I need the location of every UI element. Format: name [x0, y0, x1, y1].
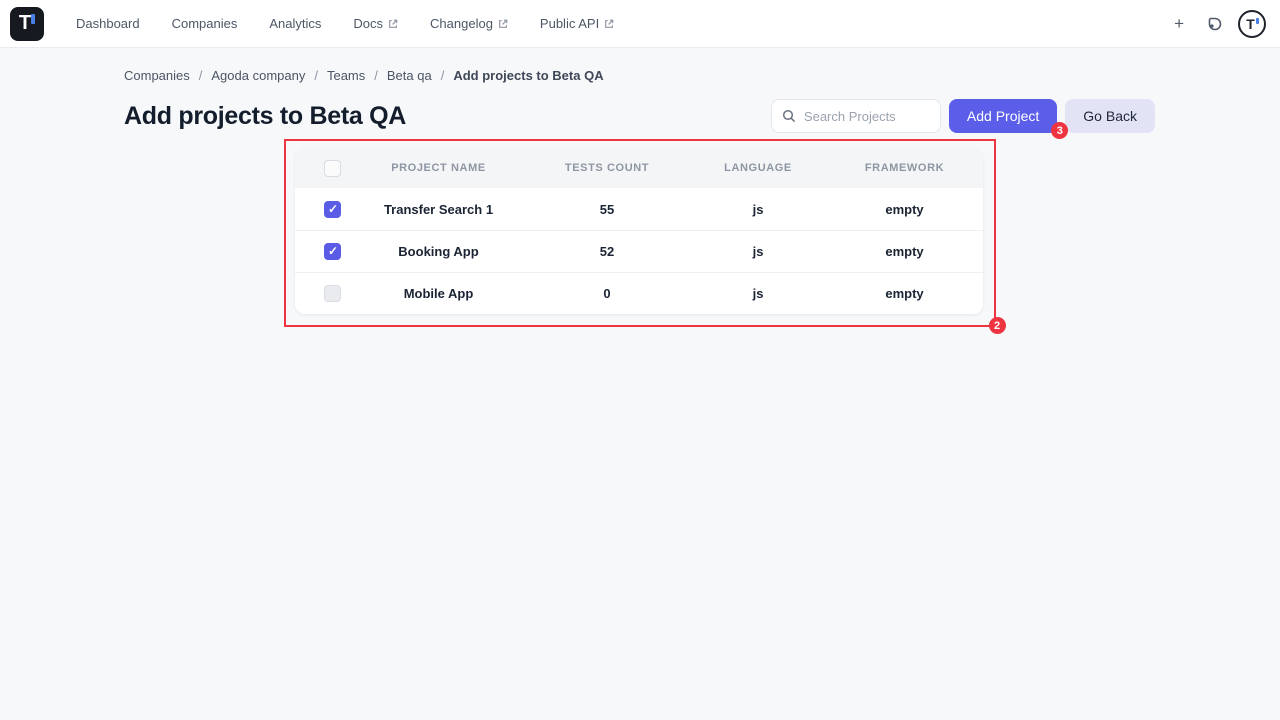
header-checkbox-cell [295, 160, 353, 177]
breadcrumb-beta-qa[interactable]: Beta qa [387, 68, 432, 83]
cell-project-name: Transfer Search 1 [353, 202, 525, 217]
cell-framework: empty [827, 202, 983, 217]
external-link-icon [604, 19, 614, 29]
breadcrumb-agoda-company[interactable]: Agoda company [211, 68, 305, 83]
table-row: Booking App 52 js empty [295, 230, 983, 272]
page-header-row: Add projects to Beta QA Add Project 3 Go… [124, 99, 1155, 133]
annotation-badge-3: 3 [1051, 122, 1068, 139]
avatar-letter: T [1246, 16, 1255, 32]
nav-item-companies[interactable]: Companies [158, 8, 252, 39]
cell-framework: empty [827, 244, 983, 259]
cell-tests-count: 52 [525, 244, 690, 259]
cell-language: js [690, 244, 827, 259]
breadcrumb-separator: / [441, 68, 445, 83]
cell-language: js [690, 202, 827, 217]
row-checkbox[interactable] [324, 285, 341, 302]
column-header-tests-count: TESTS COUNT [525, 162, 690, 174]
topbar-actions: + T [1170, 10, 1266, 38]
support-icon[interactable] [1204, 15, 1222, 33]
search-projects-input[interactable] [804, 109, 930, 124]
breadcrumb-separator: / [374, 68, 378, 83]
logo-letter: T [19, 12, 31, 35]
add-project-label: Add Project [967, 108, 1039, 124]
page-content: Companies / Agoda company / Teams / Beta… [0, 48, 1280, 327]
row-checkbox-cell [295, 243, 353, 260]
nav-item-analytics[interactable]: Analytics [255, 8, 335, 39]
breadcrumb: Companies / Agoda company / Teams / Beta… [124, 68, 1155, 83]
select-all-checkbox[interactable] [324, 160, 341, 177]
table-row: Transfer Search 1 55 js empty [295, 188, 983, 230]
column-header-framework: FRAMEWORK [827, 162, 983, 174]
column-header-project-name: PROJECT NAME [353, 162, 525, 174]
row-checkbox-cell [295, 285, 353, 302]
breadcrumb-teams[interactable]: Teams [327, 68, 365, 83]
nav-label: Analytics [269, 16, 321, 31]
annotation-badge-2: 2 [989, 317, 1006, 334]
nav-item-changelog[interactable]: Changelog [416, 8, 522, 39]
external-link-icon [388, 19, 398, 29]
main-nav: Dashboard Companies Analytics Docs Chang… [62, 8, 628, 39]
go-back-label: Go Back [1083, 108, 1137, 124]
table-row: Mobile App 0 js empty [295, 272, 983, 314]
breadcrumb-companies[interactable]: Companies [124, 68, 190, 83]
nav-label: Companies [172, 16, 238, 31]
go-back-button[interactable]: Go Back [1065, 99, 1155, 133]
toolbar: Add Project 3 Go Back [771, 99, 1155, 133]
page-title: Add projects to Beta QA [124, 102, 406, 131]
cell-project-name: Mobile App [353, 286, 525, 301]
row-checkbox-cell [295, 201, 353, 218]
cell-framework: empty [827, 286, 983, 301]
projects-table: PROJECT NAME TESTS COUNT LANGUAGE FRAMEW… [295, 148, 983, 314]
row-checkbox[interactable] [324, 243, 341, 260]
row-checkbox[interactable] [324, 201, 341, 218]
search-icon [782, 109, 796, 123]
cell-tests-count: 0 [525, 286, 690, 301]
add-project-button[interactable]: Add Project 3 [949, 99, 1057, 133]
breadcrumb-separator: / [199, 68, 203, 83]
column-header-language: LANGUAGE [690, 162, 827, 174]
avatar-accent-mark [1256, 18, 1259, 24]
table-header-row: PROJECT NAME TESTS COUNT LANGUAGE FRAMEW… [295, 148, 983, 188]
nav-label: Changelog [430, 16, 493, 31]
nav-label: Docs [353, 16, 383, 31]
nav-label: Dashboard [76, 16, 140, 31]
app-logo[interactable]: T [10, 7, 44, 41]
nav-label: Public API [540, 16, 599, 31]
external-link-icon [498, 19, 508, 29]
nav-item-dashboard[interactable]: Dashboard [62, 8, 154, 39]
annotation-box-2: PROJECT NAME TESTS COUNT LANGUAGE FRAMEW… [284, 139, 996, 327]
user-avatar[interactable]: T [1238, 10, 1266, 38]
breadcrumb-current-page: Add projects to Beta QA [453, 68, 603, 83]
search-projects-box[interactable] [771, 99, 941, 133]
cell-language: js [690, 286, 827, 301]
add-new-icon[interactable]: + [1170, 11, 1188, 36]
nav-item-public-api[interactable]: Public API [526, 8, 628, 39]
logo-accent-mark [31, 14, 35, 24]
cell-tests-count: 55 [525, 202, 690, 217]
top-navigation-bar: T Dashboard Companies Analytics Docs Cha… [0, 0, 1280, 48]
cell-project-name: Booking App [353, 244, 525, 259]
nav-item-docs[interactable]: Docs [339, 8, 412, 39]
breadcrumb-separator: / [314, 68, 318, 83]
